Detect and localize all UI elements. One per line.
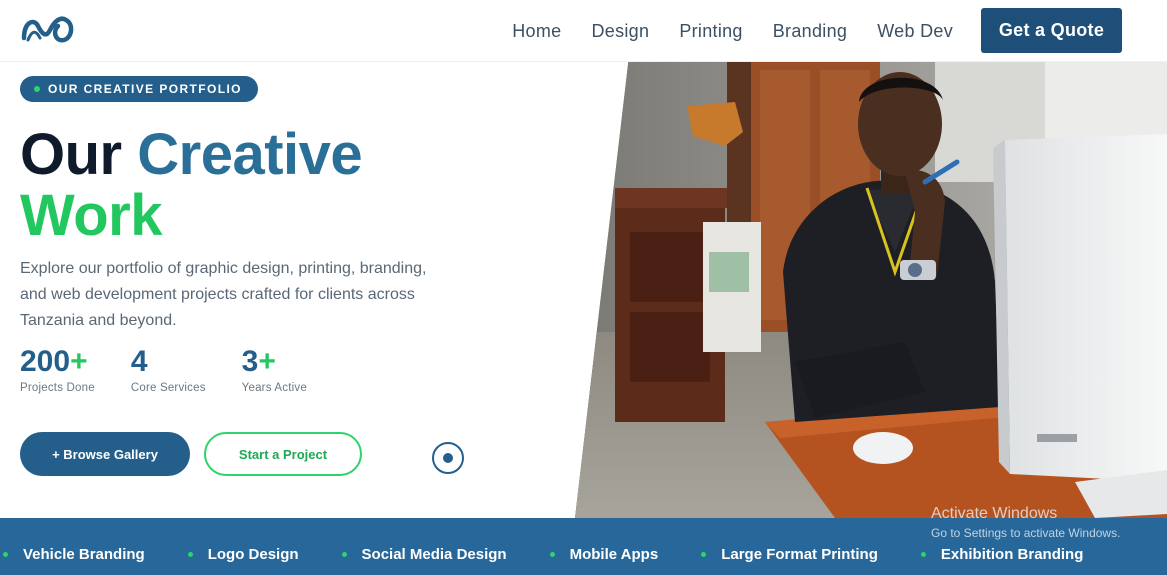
service-item: Logo Design [187,546,299,563]
watermark-title: Activate Windows [931,505,1058,522]
nav-link-branding[interactable]: Branding [773,21,847,42]
service-item: Large Format Printing [701,546,878,563]
services-strip-items: Vehicle Branding Logo Design Social Medi… [0,518,1083,575]
office-photo-illustration [575,62,1167,518]
stat-label: Years Active [241,382,307,394]
stat-label: Projects Done [20,382,95,394]
bullet-icon [187,552,193,557]
navbar: Home Design Printing Branding Web Dev Ge… [0,0,1167,62]
bullet-icon [920,552,926,557]
nav-link-design[interactable]: Design [591,21,649,42]
stat-projects: 200+ Projects Done [20,344,95,394]
bullet-icon [341,552,347,557]
get-a-quote-button[interactable]: Get a Quote [981,8,1122,53]
service-item: Mobile Apps [549,546,658,563]
start-a-project-button[interactable]: Start a Project [204,432,362,476]
logo-icon[interactable] [20,12,76,46]
hero-stats: 200+ Projects Done 4 Core Services 3+ Ye… [20,344,341,394]
nav-link-web-dev[interactable]: Web Dev [877,21,953,42]
scroll-indicator-icon[interactable] [432,442,464,474]
activate-windows-watermark: Activate Windows Go to Settings to activ… [931,505,1120,540]
hero-photo [575,62,1167,518]
stat-value: 4 [130,345,148,378]
portfolio-badge: OUR CREATIVE PORTFOLIO [20,76,258,102]
main-nav: Home Design Printing Branding Web Dev [512,0,953,62]
bullet-icon [3,552,8,557]
browse-gallery-button[interactable]: + Browse Gallery [20,432,190,476]
title-word-our: Our [20,122,122,187]
nav-link-home[interactable]: Home [512,21,561,42]
nav-link-printing[interactable]: Printing [679,21,742,42]
stat-services: 4 Core Services [131,344,206,394]
badge-dot-icon [34,86,40,92]
stat-value: 3+ [241,345,276,378]
watermark-subtitle: Go to Settings to activate Windows. [931,526,1121,540]
bullet-icon [701,552,707,557]
title-word-creative: Creative [137,122,363,187]
stat-years: 3+ Years Active [242,344,307,394]
service-item: Vehicle Branding [3,546,145,563]
bullet-icon [549,552,555,557]
hero-title: Our Creative Work [20,122,363,248]
hero-description: Explore our portfolio of graphic design,… [20,260,427,329]
stat-value: 200+ [20,345,88,378]
service-item: Social Media Design [341,546,507,563]
stat-label: Core Services [130,382,206,394]
badge-label: OUR CREATIVE PORTFOLIO [48,82,242,96]
title-word-work: Work [20,183,162,248]
service-item: Exhibition Branding [920,546,1083,563]
